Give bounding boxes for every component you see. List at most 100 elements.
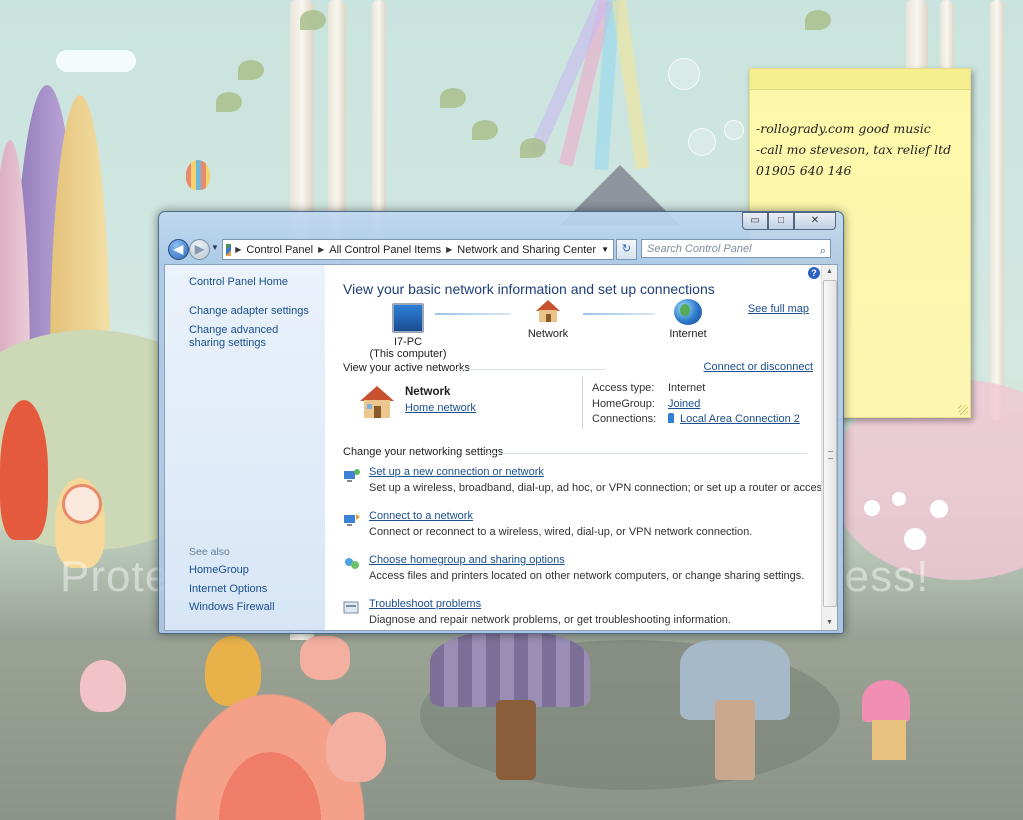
leaf	[238, 60, 264, 80]
homegroup-icon	[343, 556, 361, 572]
refresh-button[interactable]: ↻	[616, 239, 637, 260]
daisy	[864, 500, 880, 516]
task-title[interactable]: Connect to a network	[369, 510, 473, 522]
cloud	[56, 50, 136, 72]
watermark-left: Prote	[60, 552, 171, 601]
breadcrumb-arrow-icon[interactable]: ▶	[446, 245, 452, 254]
control-panel-home-link[interactable]: Control Panel Home	[189, 276, 288, 289]
scroll-thumb[interactable]	[823, 280, 837, 607]
section-divider	[455, 369, 605, 370]
close-button[interactable]: ✕	[794, 212, 836, 230]
breadcrumb-network-sharing-center[interactable]: Network and Sharing Center	[457, 244, 596, 256]
sticky-note-line: -rollogrady.com good music	[756, 121, 931, 136]
sticky-note-titlebar[interactable]	[750, 69, 970, 90]
scroll-up-icon[interactable]: ▲	[822, 265, 837, 279]
task-title[interactable]: Troubleshoot problems	[369, 598, 481, 610]
homegroup-joined-link[interactable]: Joined	[668, 398, 700, 410]
bubble	[688, 128, 716, 156]
daisy	[904, 528, 926, 550]
maximize-button[interactable]: □	[768, 212, 794, 230]
forward-button[interactable]: ▶	[189, 239, 210, 260]
connect-network-icon	[343, 512, 361, 528]
vertical-scrollbar[interactable]: ▲ ▼	[821, 265, 837, 630]
home-network-icon	[359, 385, 395, 419]
search-placeholder: Search Control Panel	[647, 243, 752, 255]
change-advanced-sharing-link[interactable]: Change advanced sharing settings	[189, 324, 314, 350]
task-description: Diagnose and repair network problems, or…	[369, 614, 731, 626]
new-connection-icon	[343, 468, 361, 484]
map-internet-node: Internet	[643, 299, 733, 340]
sticky-note-line: -call mo steveson, tax relief ltd	[756, 142, 952, 157]
recent-pages-dropdown-icon[interactable]: ▼	[211, 243, 219, 252]
task-description: Connect or reconnect to a wireless, wire…	[369, 526, 753, 538]
internet-options-link[interactable]: Internet Options	[189, 583, 267, 596]
cupcake	[862, 680, 910, 722]
character-leg	[496, 700, 536, 780]
homegroup-link[interactable]: HomeGroup	[189, 564, 249, 577]
daisy	[930, 500, 948, 518]
computer-sub: (This computer)	[369, 348, 447, 360]
task-title[interactable]: Set up a new connection or network	[369, 466, 544, 478]
cupcake-base	[872, 720, 906, 760]
left-task-pane: Control Panel Home Change adapter settin…	[165, 265, 325, 630]
breadcrumb-arrow-icon[interactable]: ▶	[318, 245, 324, 254]
search-input[interactable]: Search Control Panel ⌕	[641, 239, 831, 258]
leaf	[805, 10, 831, 30]
character-leg	[715, 700, 755, 780]
house-icon	[534, 299, 562, 325]
ethernet-icon	[668, 413, 674, 423]
access-type-value: Internet	[668, 382, 706, 394]
task-title[interactable]: Choose homegroup and sharing options	[369, 554, 565, 566]
access-type-label: Access type:	[592, 382, 655, 394]
internet-node-label: Internet	[669, 328, 707, 340]
character-skirt	[430, 632, 590, 707]
minimize-button[interactable]: ▭	[742, 212, 768, 230]
main-pane: ? View your basic network information an…	[325, 265, 837, 630]
leaf	[472, 120, 498, 140]
daisy	[892, 492, 906, 506]
network-node-label: Network	[527, 328, 569, 340]
flower	[300, 636, 350, 680]
leaf	[520, 138, 546, 158]
section-divider	[485, 453, 807, 454]
computer-name: I7-PC	[393, 336, 423, 348]
bubble	[724, 120, 744, 140]
scroll-grip-icon	[828, 451, 833, 459]
page-title: View your basic network information and …	[343, 281, 715, 297]
map-computer-node: I7-PC (This computer)	[363, 299, 453, 360]
windows-firewall-link[interactable]: Windows Firewall	[189, 601, 275, 614]
connect-or-disconnect-link[interactable]: Connect or disconnect	[704, 361, 813, 373]
light-beam	[612, 0, 650, 170]
back-button[interactable]: ◀	[168, 239, 189, 260]
homegroup-label: HomeGroup:	[592, 397, 655, 410]
troubleshoot-icon	[343, 600, 361, 616]
flower	[326, 712, 386, 782]
bird	[80, 660, 126, 712]
see-also-label: See also	[189, 546, 230, 558]
sticky-note-text[interactable]: -rollogrady.com good music -call mo stev…	[750, 90, 970, 181]
help-icon[interactable]: ?	[808, 267, 820, 279]
globe-icon	[674, 299, 702, 325]
navigation-bar: ◀ ▶ ▼ ▶ Control Panel ▶ All Control Pane…	[165, 237, 837, 261]
doll-face	[62, 484, 102, 524]
home-network-link[interactable]: Home network	[405, 402, 476, 414]
leaf	[300, 10, 326, 30]
breadcrumb-arrow-icon[interactable]: ▶	[235, 245, 241, 254]
scroll-down-icon[interactable]: ▼	[822, 616, 837, 630]
breadcrumb-control-panel[interactable]: Control Panel	[246, 244, 313, 256]
resize-grip[interactable]	[958, 405, 968, 415]
search-icon[interactable]: ⌕	[820, 242, 826, 261]
see-full-map-link[interactable]: See full map	[748, 303, 809, 315]
leaf	[440, 88, 466, 108]
caption-buttons: ▭ □ ✕	[742, 212, 836, 230]
local-area-connection-link[interactable]: Local Area Connection 2	[680, 413, 800, 425]
task-description: Access files and printers located on oth…	[369, 570, 805, 582]
change-adapter-settings-link[interactable]: Change adapter settings	[189, 305, 309, 318]
breadcrumb-all-items[interactable]: All Control Panel Items	[329, 244, 441, 256]
address-bar[interactable]: ▶ Control Panel ▶ All Control Panel Item…	[222, 239, 614, 260]
address-dropdown-icon[interactable]: ▼	[601, 245, 609, 254]
vertical-divider	[582, 377, 583, 429]
network-properties: Access type: Internet HomeGroup: Joined Co…	[592, 382, 800, 429]
control-panel-icon	[226, 243, 232, 256]
computer-icon	[392, 303, 424, 333]
